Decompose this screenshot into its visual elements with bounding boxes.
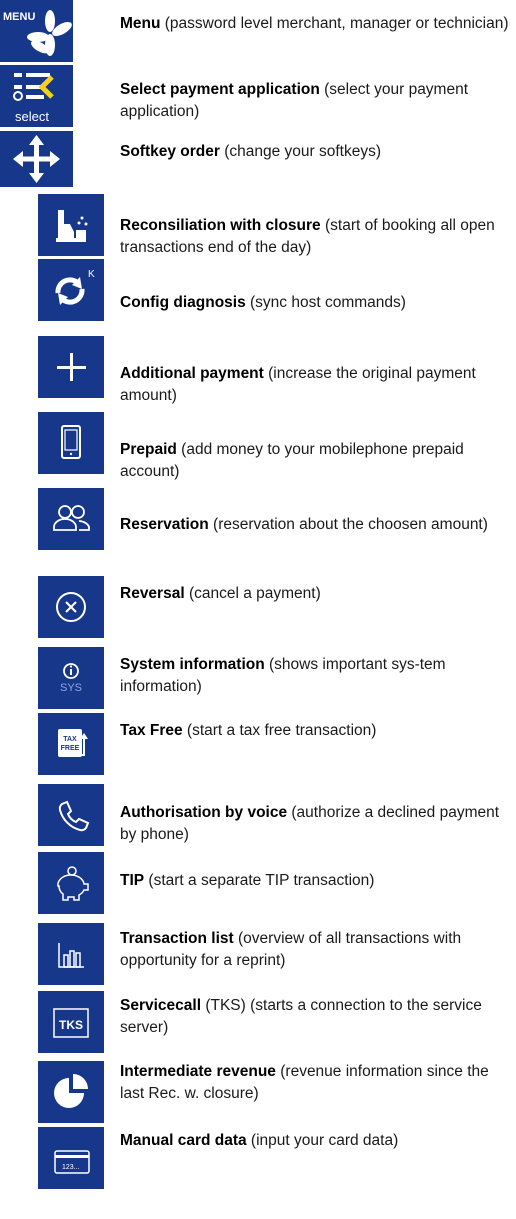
pie-chart-icon[interactable] [38, 1061, 104, 1123]
entry-title: Servicecall [120, 997, 202, 1014]
entry-desc: (reservation about the choosen amount) [208, 516, 488, 533]
entry-title: Manual card data [120, 1132, 247, 1149]
svg-text:select: select [15, 109, 49, 124]
plus-icon[interactable] [38, 336, 104, 398]
card-icon[interactable]: 123... [38, 1127, 104, 1189]
entry-title: Tax Free [120, 722, 183, 739]
entry-softkey-order: Softkey order (change your softkeys) [120, 141, 512, 163]
entry-title: Prepaid [120, 441, 177, 458]
entry-title: Select payment application [120, 81, 320, 98]
people-icon[interactable] [38, 488, 104, 550]
entry-title: Reversal [120, 585, 185, 602]
entry-title: Menu [120, 15, 161, 32]
svg-text:123...: 123... [62, 1164, 80, 1171]
svg-text:TAX: TAX [63, 736, 77, 743]
entry-desc: (sync host commands) [245, 294, 406, 311]
entry-title: Reconsiliation with closure [120, 217, 321, 234]
entry-menu: Menu (password level merchant, manager o… [120, 13, 512, 35]
cash-register-icon[interactable] [38, 194, 104, 256]
entry-desc: (cancel a payment) [184, 585, 321, 602]
entry-tip: TIP (start a separate TIP transaction) [120, 870, 512, 892]
entry-authorisation-by-voice: Authorisation by voice (authorize a decl… [120, 802, 512, 846]
entry-desc: (input your card data) [246, 1132, 399, 1149]
cancel-circle-icon[interactable] [38, 576, 104, 638]
bar-chart-icon[interactable] [38, 923, 104, 985]
entry-title: Intermediate revenue [120, 1063, 276, 1080]
svg-text:TKS: TKS [59, 1018, 83, 1032]
entry-system-information: System information (shows important sys-… [120, 654, 512, 698]
entry-intermediate-revenue: Intermediate revenue (revenue informatio… [120, 1061, 512, 1105]
entry-reconciliation: Reconsiliation with closure (start of bo… [120, 215, 512, 259]
entry-reversal: Reversal (cancel a payment) [120, 583, 512, 605]
entry-title: Softkey order [120, 143, 220, 160]
piggy-bank-icon[interactable] [38, 852, 104, 914]
entry-config-diagnosis: Config diagnosis (sync host commands) [120, 292, 512, 314]
entry-additional-payment: Additional payment (increase the origina… [120, 363, 512, 407]
entry-desc: (change your softkeys) [219, 143, 382, 160]
entry-title: Reservation [120, 516, 209, 533]
entry-title: Transaction list [120, 930, 234, 947]
entry-tax-free: Tax Free (start a tax free transaction) [120, 720, 512, 742]
info-icon[interactable]: SYS [38, 647, 104, 709]
svg-text:SYS: SYS [60, 682, 82, 694]
entry-desc: (start a tax free transaction) [182, 722, 377, 739]
svg-text:K: K [88, 269, 95, 280]
entry-prepaid: Prepaid (add money to your mobilephone p… [120, 439, 512, 483]
svg-text:MENU: MENU [3, 11, 35, 23]
entry-desc: (start a separate TIP transaction) [144, 872, 375, 889]
entry-manual-card-data: Manual card data (input your card data) [120, 1130, 512, 1152]
tax-free-icon[interactable]: TAX FREE [38, 713, 104, 775]
svg-text:FREE: FREE [61, 745, 80, 752]
entry-select-payment-application: Select payment application (select your … [120, 79, 512, 123]
phone-icon[interactable] [38, 784, 104, 846]
entry-title: Authorisation by voice [120, 804, 288, 821]
entry-servicecall: Servicecall (TKS) (starts a connection t… [120, 995, 512, 1039]
move-icon[interactable] [0, 131, 73, 187]
entry-desc: (password level merchant, manager or tec… [160, 15, 509, 32]
entry-reservation: Reservation (reservation about the choos… [120, 514, 512, 536]
entry-title: Additional payment [120, 365, 264, 382]
entry-title: TIP [120, 872, 145, 889]
entry-transaction-list: Transaction list (overview of all transa… [120, 928, 512, 972]
mobile-phone-icon[interactable] [38, 412, 104, 474]
tks-icon[interactable]: TKS [38, 991, 104, 1053]
entry-title: Config diagnosis [120, 294, 246, 311]
select-icon[interactable]: select [0, 65, 73, 127]
menu-icon[interactable]: MENU [0, 0, 73, 62]
entry-title: System information [120, 656, 265, 673]
sync-icon[interactable]: K [38, 259, 104, 321]
